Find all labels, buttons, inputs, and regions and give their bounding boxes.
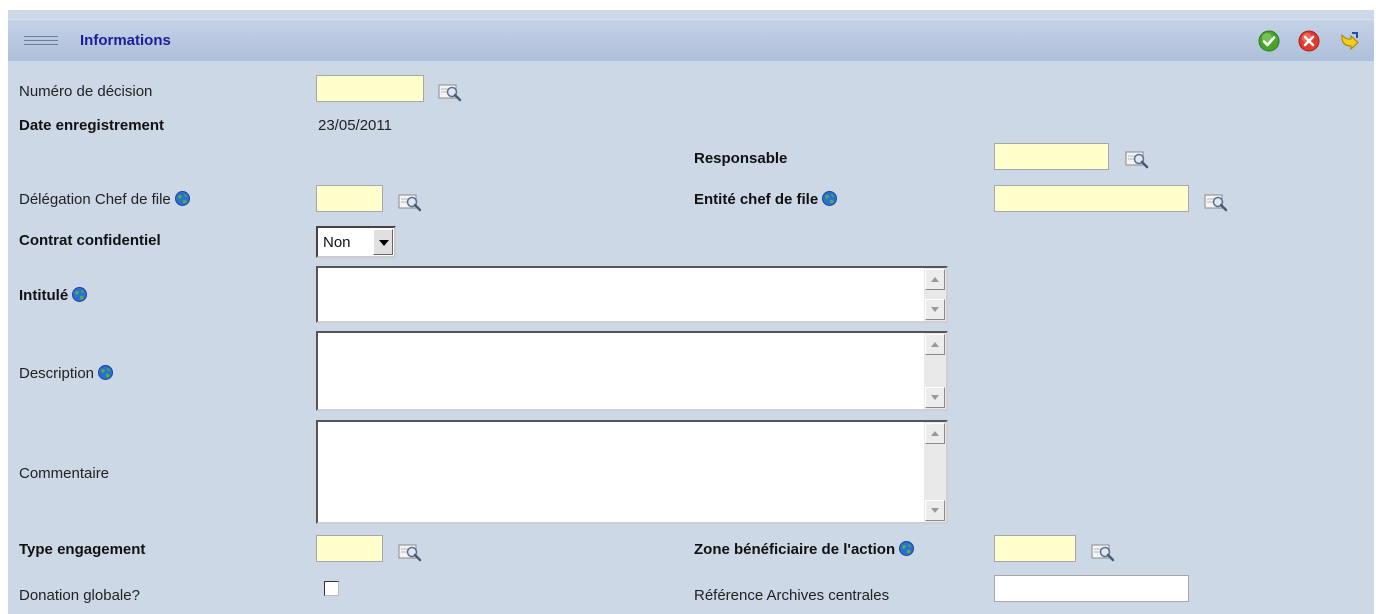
commentaire-label: Commentaire	[19, 465, 110, 482]
intitule-label-text: Intitulé	[19, 287, 69, 304]
responsable-label: Responsable	[694, 150, 788, 167]
scroll-up-icon[interactable]	[925, 334, 945, 355]
search-lookup-icon[interactable]	[398, 192, 424, 214]
entite-chef-label: Entité chef de file	[694, 191, 838, 208]
contrat-confidentiel-value: Non	[323, 234, 351, 251]
globe-icon[interactable]	[98, 365, 114, 380]
scrollbar[interactable]	[924, 422, 946, 522]
date-enregistrement-label: Date enregistrement	[19, 117, 165, 134]
validate-check-icon[interactable]	[1258, 30, 1280, 52]
contrat-confidentiel-label: Contrat confidentiel	[19, 232, 161, 249]
donation-globale-checkbox[interactable]	[324, 581, 339, 596]
scroll-down-icon[interactable]	[925, 299, 945, 320]
type-engagement-input[interactable]	[316, 535, 383, 562]
contrat-confidentiel-select[interactable]: Non	[316, 226, 396, 258]
numero-decision-input[interactable]	[316, 75, 424, 102]
globe-icon[interactable]	[822, 191, 838, 206]
description-label: Description	[19, 365, 114, 382]
informations-panel: Informations Numéro de décision Date enr…	[8, 8, 1374, 614]
menu-grip-icon[interactable]	[24, 36, 58, 47]
globe-icon[interactable]	[174, 191, 190, 206]
scroll-up-icon[interactable]	[925, 423, 945, 444]
search-lookup-icon[interactable]	[1204, 192, 1230, 214]
scrollbar[interactable]	[924, 333, 946, 409]
intitule-label: Intitulé	[19, 287, 88, 304]
entite-chef-label-text: Entité chef de file	[694, 191, 819, 208]
search-lookup-icon[interactable]	[1125, 149, 1151, 171]
scroll-up-icon[interactable]	[925, 269, 945, 290]
zone-beneficiaire-label: Zone bénéficiaire de l'action	[694, 541, 915, 558]
zone-beneficiaire-label-text: Zone bénéficiaire de l'action	[694, 541, 896, 558]
description-label-text: Description	[19, 365, 95, 382]
globe-icon[interactable]	[899, 541, 915, 556]
date-enregistrement-value: 23/05/2011	[318, 117, 392, 134]
numero-decision-label: Numéro de décision	[19, 83, 153, 100]
exit-arrow-icon[interactable]	[1338, 30, 1360, 52]
intitule-textarea[interactable]	[316, 266, 948, 323]
commentaire-textarea[interactable]	[316, 420, 948, 524]
entite-chef-input[interactable]	[994, 185, 1189, 212]
scrollbar[interactable]	[924, 268, 946, 321]
type-engagement-label: Type engagement	[19, 541, 146, 558]
reference-archives-label: Référence Archives centrales	[694, 587, 890, 604]
donation-globale-label: Donation globale?	[19, 587, 140, 604]
zone-beneficiaire-input[interactable]	[994, 535, 1076, 562]
search-lookup-icon[interactable]	[398, 542, 424, 564]
search-lookup-icon[interactable]	[1091, 542, 1117, 564]
cancel-x-icon[interactable]	[1298, 30, 1320, 52]
scroll-down-icon[interactable]	[925, 387, 945, 408]
panel-header: Informations	[8, 19, 1374, 61]
scroll-down-icon[interactable]	[925, 500, 945, 521]
globe-icon[interactable]	[72, 287, 88, 302]
reference-archives-input[interactable]	[994, 575, 1189, 602]
responsable-input[interactable]	[994, 143, 1109, 170]
search-lookup-icon[interactable]	[438, 82, 464, 104]
panel-top-border	[8, 8, 1374, 10]
description-textarea[interactable]	[316, 331, 948, 411]
delegation-chef-label: Délégation Chef de file	[19, 191, 190, 208]
panel-title: Informations	[80, 32, 171, 49]
chevron-down-icon[interactable]	[373, 229, 393, 255]
delegation-chef-input[interactable]	[316, 185, 383, 212]
delegation-chef-label-text: Délégation Chef de file	[19, 191, 171, 208]
